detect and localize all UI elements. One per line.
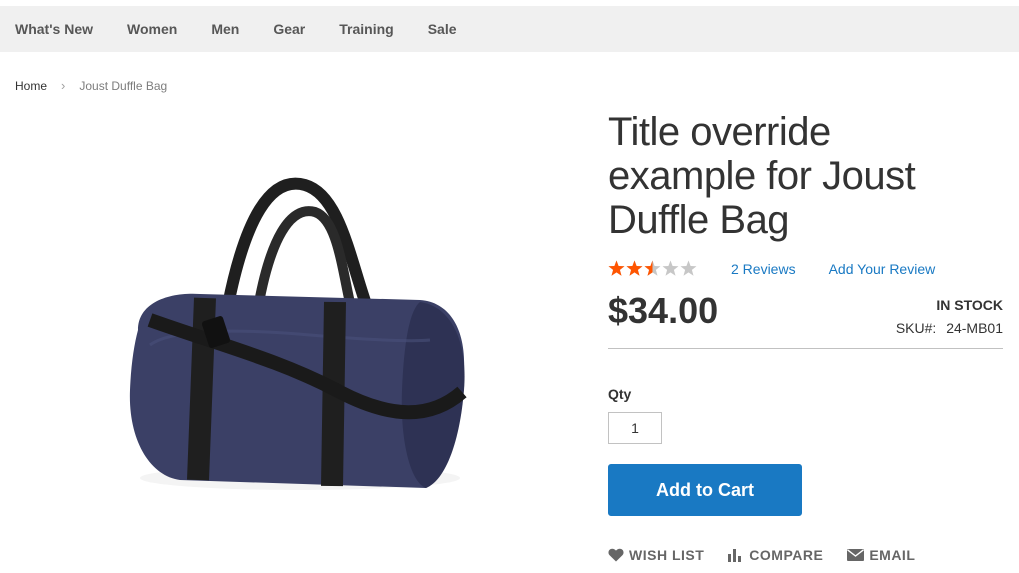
compare-label: COMPARE — [749, 547, 824, 563]
product-title-line: Duffle Bag — [608, 198, 790, 242]
email-label: EMAIL — [869, 547, 916, 563]
reviews-count-link[interactable]: 2 Reviews — [731, 261, 796, 277]
product-price: $34.00 — [608, 290, 719, 331]
main-navigation: What's New Women Men Gear Training Sale — [0, 6, 1019, 52]
nav-item-gear[interactable]: Gear — [273, 21, 305, 37]
email-link[interactable]: EMAIL — [847, 547, 915, 563]
star-icon — [680, 260, 697, 276]
add-review-link[interactable]: Add Your Review — [829, 261, 936, 277]
rating-stars — [608, 260, 698, 277]
product-sku: SKU#: 24-MB01 — [896, 320, 1003, 336]
duffle-bag-image — [129, 177, 467, 490]
product-title: Title override example for Joust Duffle … — [608, 110, 1004, 242]
breadcrumb-separator-icon: › — [61, 78, 66, 93]
breadcrumb-home-link[interactable]: Home — [15, 79, 47, 93]
star-icon — [662, 260, 679, 276]
qty-label: Qty — [608, 386, 632, 402]
star-icon — [608, 260, 625, 276]
sku-label: SKU#: — [895, 320, 937, 336]
product-reviews-summary: 2 Reviews Add Your Review — [608, 260, 935, 277]
star-icon — [644, 260, 661, 276]
divider — [608, 348, 1003, 349]
heart-icon — [608, 548, 624, 562]
product-title-line: example for Joust — [608, 154, 916, 198]
product-image[interactable] — [110, 130, 490, 510]
nav-item-women[interactable]: Women — [127, 21, 177, 37]
star-icon — [626, 260, 643, 276]
compare-link[interactable]: COMPARE — [728, 547, 823, 563]
nav-item-training[interactable]: Training — [339, 21, 393, 37]
add-to-cart-button[interactable]: Add to Cart — [608, 464, 802, 516]
nav-item-sale[interactable]: Sale — [428, 21, 457, 37]
product-social-actions: WISH LIST COMPARE EMAIL — [608, 547, 939, 563]
nav-item-men[interactable]: Men — [211, 21, 239, 37]
product-title-line: Title override — [608, 110, 831, 154]
bar-chart-icon — [728, 549, 742, 562]
envelope-icon — [847, 549, 865, 561]
breadcrumb: Home › Joust Duffle Bag — [15, 78, 167, 93]
nav-item-whats-new[interactable]: What's New — [15, 21, 93, 37]
wishlist-label: WISH LIST — [629, 547, 705, 563]
sku-value: 24-MB01 — [946, 320, 1003, 336]
wishlist-link[interactable]: WISH LIST — [608, 547, 704, 563]
stock-status: IN STOCK — [936, 297, 1003, 313]
breadcrumb-current: Joust Duffle Bag — [79, 78, 168, 93]
qty-input[interactable] — [608, 412, 662, 444]
